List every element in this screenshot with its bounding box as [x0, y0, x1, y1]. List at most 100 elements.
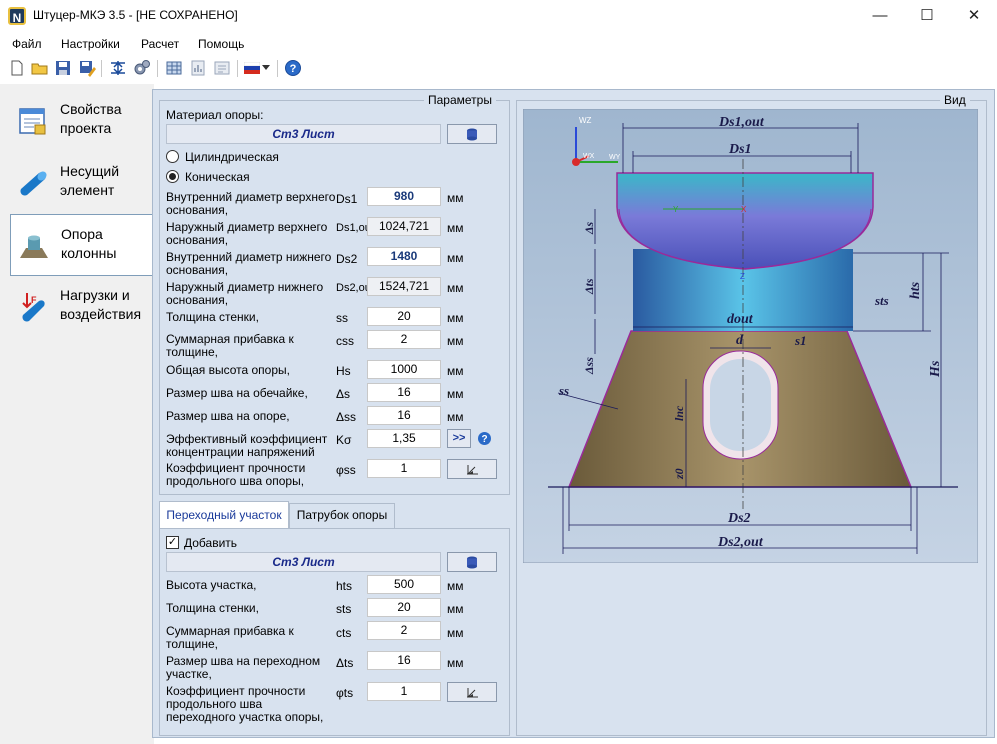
menu-calculation[interactable]: Расчет [141, 37, 179, 51]
support-drawing-viewport[interactable]: Y X Z WZ WY WX Ds1,out Ds1 Ds2 Ds2,out d… [523, 109, 978, 563]
param-label: Высота участка, [166, 578, 257, 592]
weld-strength-input[interactable]: 1 [367, 459, 441, 478]
param-label: Внутренний диаметр верхнего основания, [166, 190, 336, 217]
param-label: Наружный диаметр верхнего основания, [166, 220, 328, 247]
help-icon[interactable]: ? [284, 59, 302, 77]
add-checkbox[interactable]: ✓ [166, 536, 179, 549]
database-icon [467, 556, 477, 569]
param-label: Суммарная прибавка к толщине, [166, 332, 294, 359]
dim-delta-ts: Δts [582, 278, 596, 295]
transition-wall-thickness-input[interactable]: 20 [367, 598, 441, 617]
more-button[interactable]: >> [447, 429, 471, 448]
minimize-button[interactable]: — [857, 0, 903, 32]
world-y-label: WY [609, 154, 621, 161]
radio-cylindrical[interactable] [166, 150, 179, 163]
material-field[interactable]: Ст3 Лист [166, 124, 441, 144]
transition-allowance-input[interactable]: 2 [367, 621, 441, 640]
param-unit: мм [447, 364, 464, 378]
param-unit: мм [447, 579, 464, 593]
sidebar-item-loads[interactable]: F Нагрузки и воздействия [10, 276, 153, 338]
menu-help[interactable]: Помощь [198, 37, 244, 51]
param-label: Размер шва на обечайке, [166, 386, 308, 400]
material-database-button[interactable] [447, 124, 497, 144]
title-bar: N Штуцер-МКЭ 3.5 - [НЕ СОХРАНЕНО] — ☐ ✕ [0, 0, 997, 32]
dim-ds1-out: Ds1,out [718, 115, 765, 130]
dim-delta-s: Δs [582, 221, 596, 235]
settings-icon[interactable] [133, 59, 151, 77]
corrosion-allowance-input[interactable]: 2 [367, 330, 441, 349]
axis-z-label: Z [740, 272, 745, 281]
world-x-label: WX [583, 153, 595, 160]
param-label: Внутренний диаметр нижнего основания, [166, 250, 332, 277]
inner-diameter-top-input[interactable]: 980 [367, 187, 441, 206]
param-symbol: Δss [336, 410, 357, 424]
param-label: Эффективный коэффициент концентрации напр… [166, 432, 328, 459]
column-support-icon [20, 235, 48, 258]
param-label: Наружный диаметр нижнего основания, [166, 280, 324, 307]
dim-ds2-out: Ds2,out [717, 535, 764, 550]
sidebar-item-label: Нагрузки и воздействия [60, 287, 142, 322]
help-icon[interactable]: ? [477, 431, 492, 446]
toolbar-separator [277, 60, 278, 77]
dim-ds2: Ds2 [727, 511, 751, 526]
param-label: Размер шва на переходном участке, [166, 654, 321, 681]
sidebar-item-bearing-element[interactable]: Несущий элемент [10, 152, 153, 214]
tab-support-nozzle[interactable]: Патрубок опоры [289, 503, 395, 528]
shell-weld-size-input[interactable]: 16 [367, 383, 441, 402]
tab-transition-section[interactable]: Переходный участок [159, 501, 289, 528]
transition-weld-strength-input[interactable]: 1 [367, 682, 441, 701]
param-unit: мм [447, 410, 464, 424]
svg-text:?: ? [290, 63, 297, 75]
total-height-input[interactable]: 1000 [367, 360, 441, 379]
param-label: Размер шва на опоре, [166, 409, 290, 423]
param-symbol: cts [336, 626, 352, 640]
dim-hts: hts [908, 281, 923, 299]
world-origin [572, 158, 580, 166]
save-icon[interactable] [54, 59, 72, 77]
open-folder-icon[interactable] [31, 59, 49, 77]
report-table-icon[interactable] [165, 59, 183, 77]
param-label: Коэффициент прочности продольного шва опо… [166, 461, 306, 488]
view-group-title: Вид [940, 93, 970, 107]
close-button[interactable]: ✕ [951, 0, 997, 32]
menu-settings[interactable]: Настройки [61, 37, 120, 51]
param-symbol: φss [336, 463, 356, 477]
support-weld-size-input[interactable]: 16 [367, 406, 441, 425]
weld-strength-button[interactable] [447, 459, 497, 479]
sidebar: Свойства проекта Несущий элемент Опора коло… [0, 84, 154, 744]
toolbar-separator [157, 60, 158, 77]
menu-file[interactable]: Файл [12, 37, 42, 51]
transition-weld-strength-button[interactable] [447, 682, 497, 702]
report-doc-icon[interactable] [213, 59, 231, 77]
param-symbol: sts [336, 602, 352, 616]
stress-concentration-input[interactable]: 1,35 [367, 429, 441, 448]
transition-material-field[interactable]: Ст3 Лист [166, 552, 441, 572]
sidebar-item-column-support[interactable]: Опора колонны [10, 214, 153, 276]
param-symbol: css [336, 334, 354, 348]
access-opening-inner [710, 359, 771, 451]
param-symbol: Ds1 [336, 192, 358, 206]
param-unit: мм [447, 626, 464, 640]
wall-thickness-input[interactable]: 20 [367, 307, 441, 326]
radio-conical[interactable] [166, 170, 179, 183]
toolbar-separator [101, 60, 102, 77]
language-flag-icon[interactable] [244, 62, 260, 74]
toolbar-separator [237, 60, 238, 77]
save-as-icon[interactable] [78, 59, 96, 77]
inner-diameter-bottom-input[interactable]: 1480 [367, 247, 441, 266]
param-label: Общая высота опоры, [166, 363, 290, 377]
transition-material-database-button[interactable] [447, 552, 497, 572]
maximize-button[interactable]: ☐ [904, 0, 950, 32]
chevron-down-icon[interactable] [262, 65, 270, 71]
param-label: Толщина стенки, [166, 310, 259, 324]
section-height-input[interactable]: 500 [367, 575, 441, 594]
calculate-icon[interactable] [109, 59, 127, 77]
param-unit: мм [447, 251, 464, 265]
outer-diameter-top-value: 1024,721 [367, 217, 441, 236]
svg-text:F: F [31, 295, 37, 305]
report-chart-icon[interactable] [189, 59, 207, 77]
sidebar-item-project-properties[interactable]: Свойства проекта [10, 90, 153, 152]
new-file-icon[interactable] [8, 59, 26, 77]
param-unit: мм [447, 281, 464, 295]
transition-weld-size-input[interactable]: 16 [367, 651, 441, 670]
